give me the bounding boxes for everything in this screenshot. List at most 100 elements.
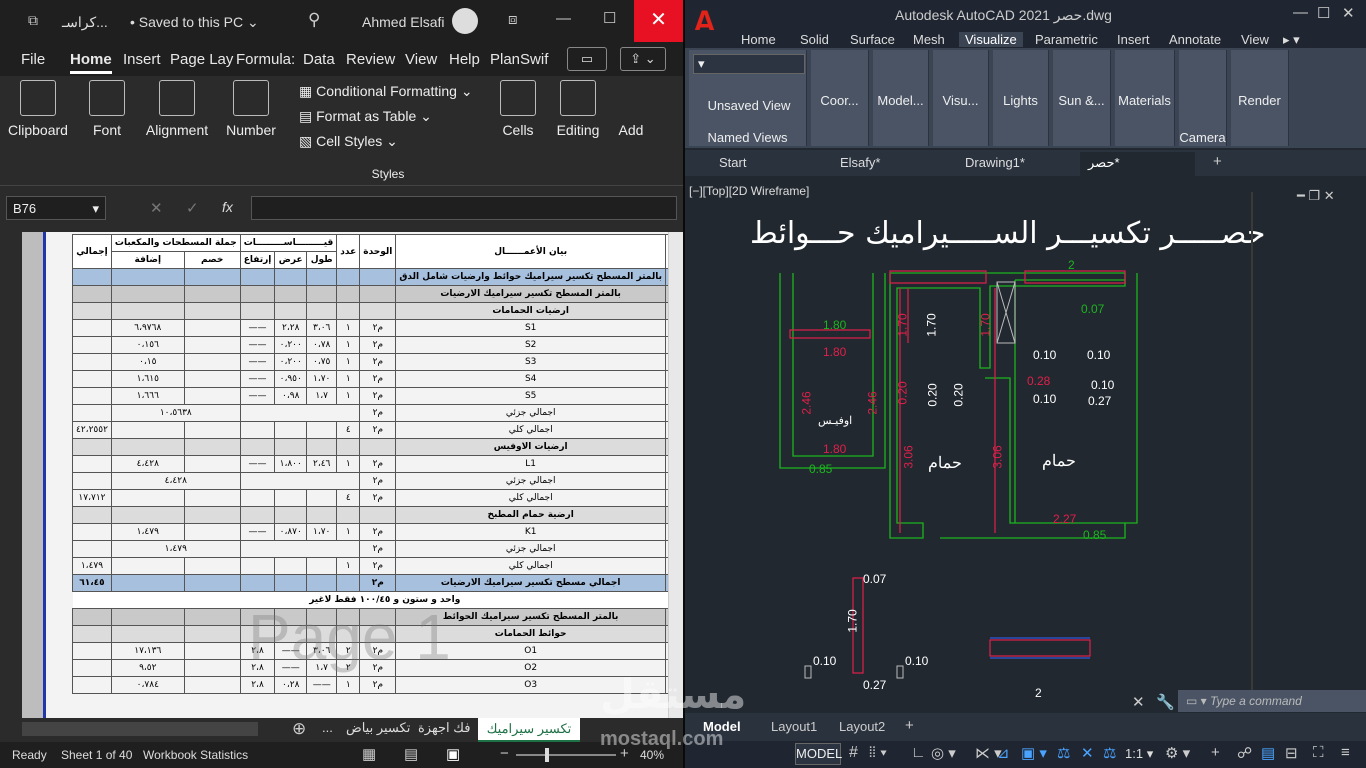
- cell-height[interactable]: ——: [239, 523, 276, 541]
- cell-desc[interactable]: S1: [395, 319, 666, 337]
- cell-total[interactable]: [72, 336, 112, 354]
- cell-count[interactable]: [336, 574, 361, 592]
- zoom-out-icon[interactable]: −: [500, 745, 509, 762]
- add-layout-icon[interactable]: +: [905, 717, 914, 734]
- ac-tab-home[interactable]: Home: [741, 32, 776, 47]
- cell-total[interactable]: [72, 625, 112, 643]
- cell-count[interactable]: ١: [336, 370, 361, 388]
- cell-length[interactable]: ٠،٧٥: [306, 353, 338, 371]
- menu-insert[interactable]: Insert: [123, 51, 161, 68]
- cell-unit[interactable]: م٢: [359, 676, 397, 694]
- ac-tab-insert[interactable]: Insert: [1117, 32, 1150, 47]
- cell-total[interactable]: [72, 268, 112, 286]
- cell-count[interactable]: ٤: [336, 489, 361, 507]
- cell-desc[interactable]: اجمالي جزئي: [395, 540, 666, 558]
- cell-desc[interactable]: S4: [395, 370, 666, 388]
- annotation-scale[interactable]: 1:1 ▾: [1125, 746, 1153, 762]
- cell-width[interactable]: ٠،٢٨: [274, 676, 308, 694]
- menu-data[interactable]: Data: [303, 51, 335, 68]
- vertical-scrollbar[interactable]: [0, 232, 22, 718]
- sheet-tab-plaster[interactable]: تكسير بياض: [346, 720, 410, 736]
- cell-add[interactable]: ٠،١٥٦: [110, 336, 185, 354]
- menu-home[interactable]: Home: [70, 51, 112, 74]
- cell-width[interactable]: ١،٨٠٠: [274, 455, 308, 473]
- cell-add[interactable]: ١،٦١٥: [110, 370, 185, 388]
- ac-tab-surface[interactable]: Surface: [850, 32, 895, 47]
- cell-count[interactable]: ١: [336, 387, 361, 405]
- annotation-monitor-icon[interactable]: +: [1211, 744, 1220, 761]
- ac-tab-annotate[interactable]: Annotate: [1169, 32, 1221, 47]
- ac-minimize-icon[interactable]: —: [1293, 4, 1308, 21]
- cell-desc[interactable]: S2: [395, 336, 666, 354]
- conditional-formatting-button[interactable]: ▦ Conditional Formatting ⌄: [299, 83, 473, 100]
- cell-length[interactable]: [306, 557, 338, 575]
- cell-width[interactable]: ٠،٩٨: [274, 387, 308, 405]
- cell-count[interactable]: ١: [336, 336, 361, 354]
- cell-count[interactable]: ١: [336, 353, 361, 371]
- cell-count[interactable]: [336, 302, 361, 320]
- ac-tab-solid[interactable]: Solid: [800, 32, 829, 47]
- worksheet-grid[interactable]: إجمالي جملة المسطحات والمكعبات قيـــــــ…: [0, 232, 683, 718]
- cell-length[interactable]: ٠،٧٨: [306, 336, 338, 354]
- cell-width[interactable]: ٢،٢٨: [274, 319, 308, 337]
- layout-tab-layout2[interactable]: Layout2: [839, 719, 885, 734]
- cell-total[interactable]: [72, 540, 112, 558]
- cell-unit[interactable]: م٢: [359, 540, 397, 558]
- search-icon[interactable]: ⚲: [308, 10, 320, 30]
- cell-width[interactable]: [274, 574, 308, 592]
- ac-tab-mesh[interactable]: Mesh: [913, 32, 945, 47]
- cell-count[interactable]: ١: [336, 319, 361, 337]
- doc-tab-hasr[interactable]: حصر*: [1080, 152, 1195, 176]
- cell-add[interactable]: [110, 574, 185, 592]
- menu-review[interactable]: Review: [346, 51, 395, 68]
- cell-add[interactable]: [110, 557, 185, 575]
- cell-total[interactable]: [72, 642, 112, 660]
- quick-properties-icon[interactable]: ▤: [1261, 744, 1275, 762]
- maximize-icon[interactable]: ☐: [603, 9, 616, 27]
- cell-add[interactable]: ٩،٥٢: [110, 659, 185, 677]
- cell-deduct[interactable]: [183, 438, 241, 456]
- cell-deduct[interactable]: [183, 659, 241, 677]
- cell-desc[interactable]: K1: [395, 523, 666, 541]
- cell-height[interactable]: [239, 285, 276, 303]
- cell-total[interactable]: ٦١،٤٥: [72, 574, 112, 592]
- alignment-icon[interactable]: [159, 80, 195, 116]
- cell-deduct[interactable]: [183, 608, 241, 626]
- cell-deduct[interactable]: [183, 421, 241, 439]
- camera-panel[interactable]: Camera: [1179, 50, 1227, 146]
- cell-deduct[interactable]: [183, 285, 241, 303]
- cell-subtotal[interactable]: ١،٤٧٩: [110, 540, 241, 558]
- cell-desc[interactable]: S3: [395, 353, 666, 371]
- cell-width[interactable]: [274, 302, 308, 320]
- polar-icon[interactable]: ◎ ▾: [931, 744, 956, 762]
- cell-unit[interactable]: م٢: [359, 472, 397, 490]
- cell-height[interactable]: [239, 489, 276, 507]
- cell-height[interactable]: [239, 438, 276, 456]
- model-space-toggle[interactable]: MODEL: [795, 743, 842, 765]
- cell-deduct[interactable]: [183, 625, 241, 643]
- cell-add[interactable]: ٤،٤٢٨: [110, 455, 185, 473]
- cell-deduct[interactable]: [183, 319, 241, 337]
- cell-width[interactable]: ٠،٨٧٠: [274, 523, 308, 541]
- grid-icon[interactable]: #: [849, 744, 858, 762]
- cell-length[interactable]: ١،٧: [306, 387, 338, 405]
- zoom-slider[interactable]: [516, 754, 616, 756]
- cell-deduct[interactable]: [183, 268, 241, 286]
- cell-length[interactable]: [306, 302, 338, 320]
- cell-total[interactable]: [72, 455, 112, 473]
- cell-deduct[interactable]: [183, 557, 241, 575]
- comments-icon[interactable]: ▭: [567, 47, 607, 71]
- cell-deduct[interactable]: [183, 523, 241, 541]
- addins-label[interactable]: Add: [616, 122, 646, 138]
- cell-desc[interactable]: بالمتر المسطح تكسير سيراميك الارضيات: [395, 285, 666, 303]
- add-sheet-icon[interactable]: ⊕: [292, 719, 306, 739]
- cell-add[interactable]: [110, 285, 185, 303]
- cell-desc[interactable]: اجمالي مسطح تكسير سيراميك الارضيات: [395, 574, 666, 592]
- cell-unit[interactable]: [359, 285, 397, 303]
- name-box[interactable]: B76 ▾: [6, 196, 106, 220]
- sheet-tab-devices[interactable]: فك اجهزة: [418, 720, 470, 736]
- cell-height[interactable]: ——: [239, 319, 276, 337]
- doc-tab-elsafy[interactable]: Elsafy*: [840, 155, 880, 170]
- cell-desc[interactable]: اجمالي جزئي: [395, 404, 666, 422]
- cell-desc[interactable]: ارضيات الحمامات: [395, 302, 666, 320]
